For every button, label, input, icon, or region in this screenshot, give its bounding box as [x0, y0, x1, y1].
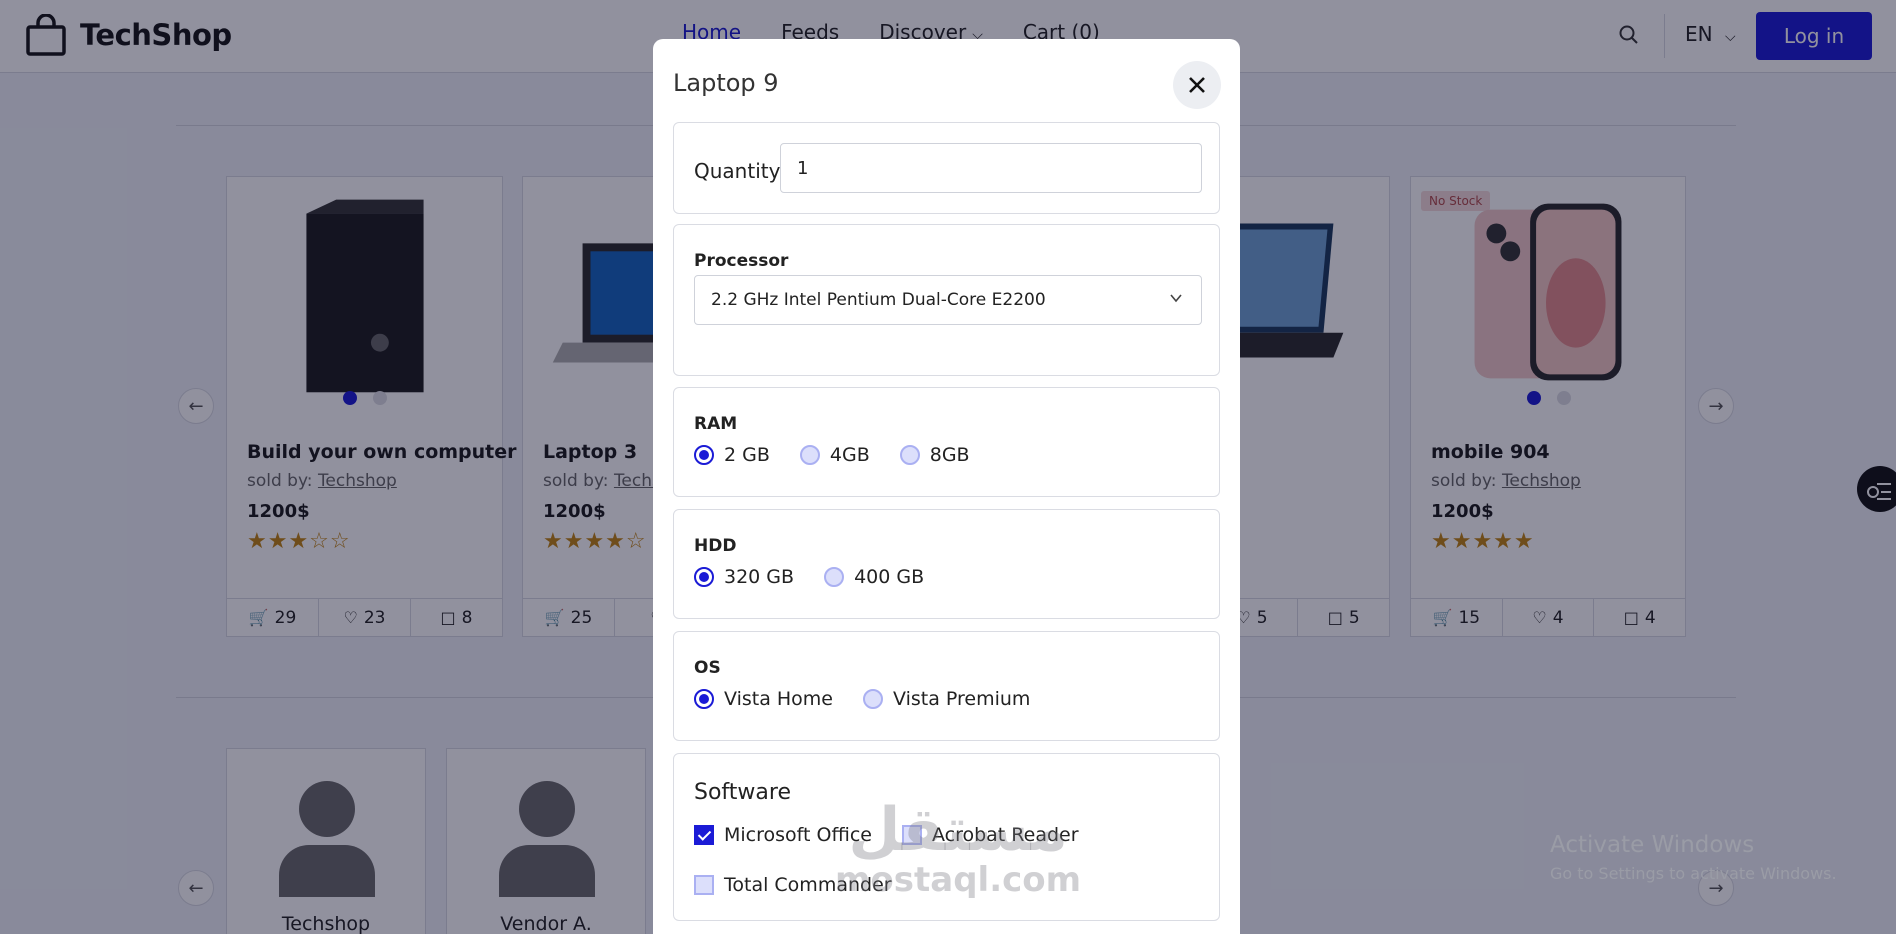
ram-option-4gb[interactable]: 4GB	[799, 444, 870, 466]
ram-option-2gb[interactable]: 2 GB	[694, 444, 770, 466]
radio-label: 4GB	[829, 444, 870, 466]
os-options: Vista Home Vista Premium	[694, 688, 1060, 710]
hdd-options: 320 GB 400 GB	[694, 566, 954, 588]
activation-title: Activate Windows	[1550, 832, 1755, 858]
watermark-latin: mostaql.com	[835, 860, 1082, 900]
watermark-arabic: مستقل	[848, 795, 1068, 865]
radio-label: 400 GB	[854, 566, 925, 588]
ram-section: RAM 2 GB 4GB 8GB	[673, 387, 1220, 497]
checkbox[interactable]	[694, 875, 714, 895]
radio-label: 2 GB	[724, 444, 770, 466]
windows-activation-notice: Activate Windows Go to Settings to activ…	[1550, 832, 1837, 883]
checkbox[interactable]	[694, 825, 714, 845]
activation-subtitle: Go to Settings to activate Windows.	[1550, 864, 1837, 883]
processor-selected-value: 2.2 GHz Intel Pentium Dual-Core E2200	[711, 290, 1046, 310]
software-label: Software	[694, 780, 791, 805]
processor-section: Processor 2.2 GHz Intel Pentium Dual-Cor…	[673, 224, 1220, 376]
watermark: مستقل mostaql.com	[835, 800, 1081, 900]
radio-button[interactable]	[694, 689, 714, 709]
os-option-vista-home[interactable]: Vista Home	[694, 688, 833, 710]
radio-button[interactable]	[694, 567, 714, 587]
close-icon	[1189, 77, 1205, 93]
chevron-down-icon	[1170, 294, 1182, 303]
quantity-label: Quantity:	[694, 159, 786, 183]
modal-title: Laptop 9	[673, 69, 779, 97]
processor-label: Processor	[694, 251, 789, 271]
quantity-input[interactable]	[780, 143, 1202, 193]
close-button[interactable]	[1173, 61, 1221, 109]
hdd-label: HDD	[694, 536, 737, 556]
os-label: OS	[694, 658, 721, 678]
os-option-vista-premium[interactable]: Vista Premium	[863, 688, 1030, 710]
radio-label: 8GB	[929, 444, 970, 466]
radio-button[interactable]	[694, 445, 714, 465]
ram-label: RAM	[694, 414, 738, 434]
radio-button[interactable]	[799, 445, 820, 465]
radio-label: Vista Premium	[893, 688, 1031, 710]
ram-option-8gb[interactable]: 8GB	[899, 444, 970, 466]
radio-button[interactable]	[863, 689, 883, 709]
radio-button[interactable]	[824, 567, 845, 587]
radio-button[interactable]	[899, 445, 920, 465]
hdd-section: HDD 320 GB 400 GB	[673, 509, 1220, 619]
processor-select[interactable]: 2.2 GHz Intel Pentium Dual-Core E2200	[694, 275, 1202, 325]
hdd-option-320gb[interactable]: 320 GB	[694, 566, 794, 588]
ram-options: 2 GB 4GB 8GB	[694, 444, 1000, 466]
quantity-section: Quantity:	[673, 122, 1220, 214]
radio-label: 320 GB	[724, 566, 795, 588]
os-section: OS Vista Home Vista Premium	[673, 631, 1220, 741]
hdd-option-400gb[interactable]: 400 GB	[824, 566, 924, 588]
radio-label: Vista Home	[724, 688, 833, 710]
